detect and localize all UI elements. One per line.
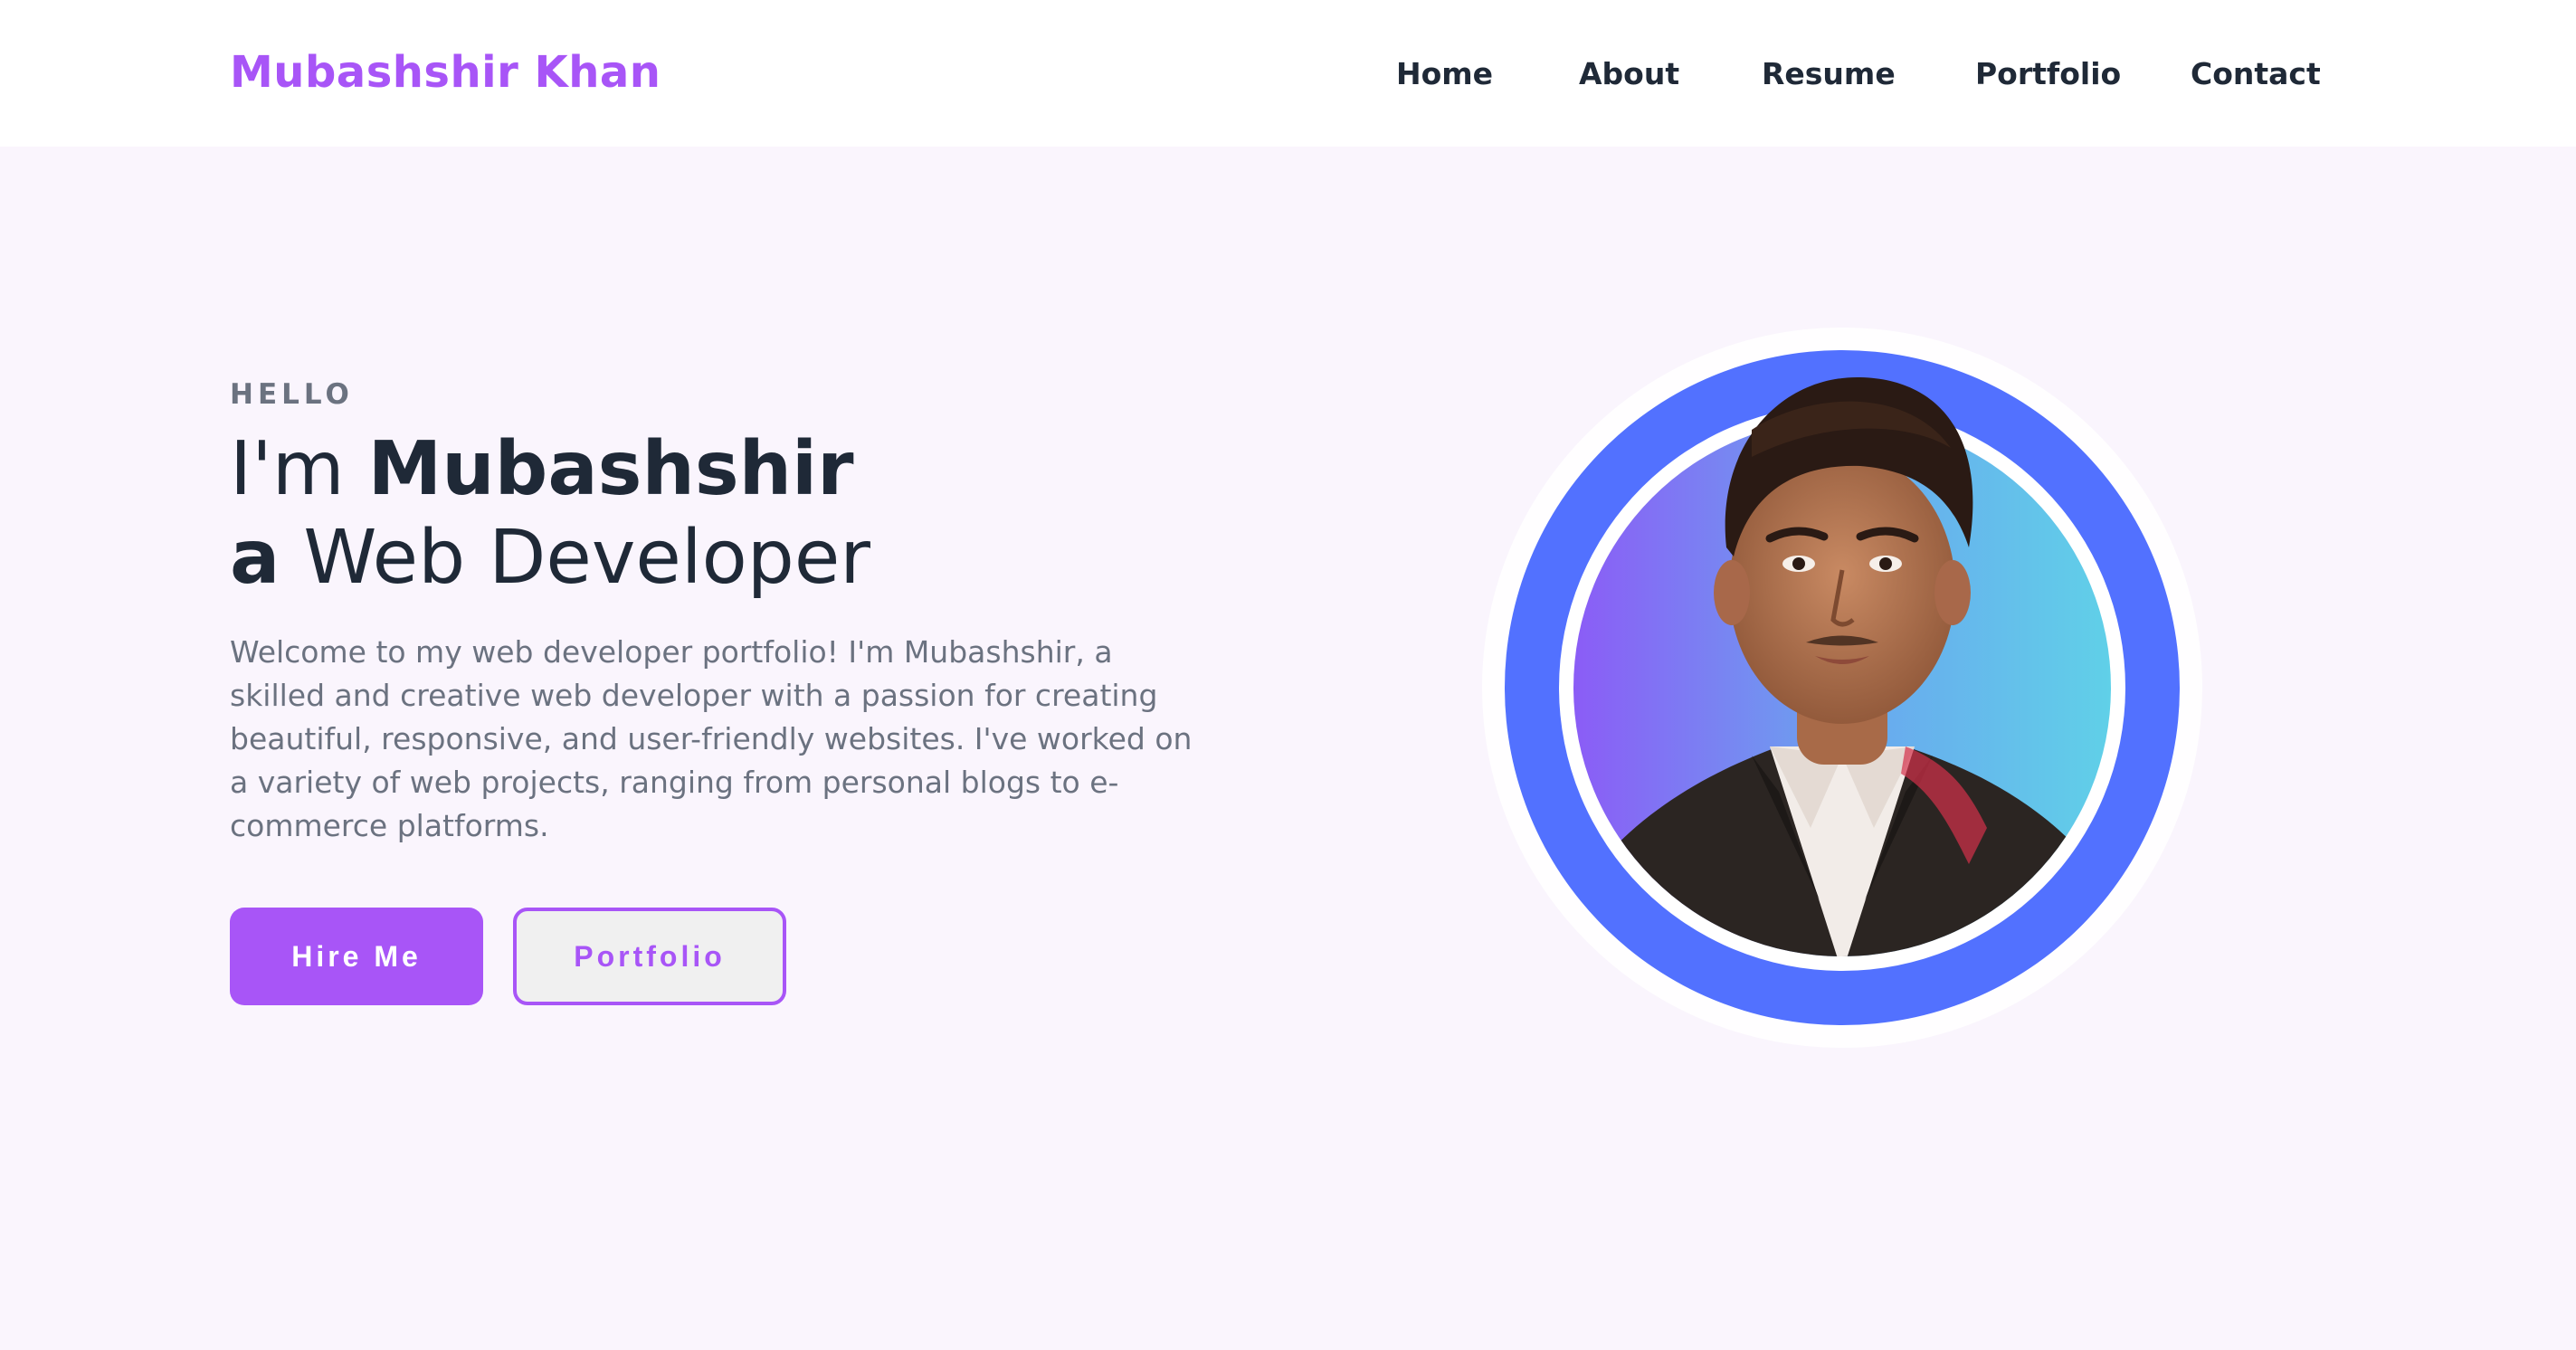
avatar-icon	[1482, 328, 2202, 1048]
site-header: Mubashshir Khan Home About Resume Portfo…	[0, 0, 2576, 147]
nav-home[interactable]: Home	[1396, 56, 1493, 91]
headline-name: Mubashshir	[367, 426, 854, 512]
profile-photo	[1480, 321, 2204, 1054]
nav-about[interactable]: About	[1579, 56, 1679, 91]
headline-prefix: I'm	[230, 426, 368, 512]
hero-headline: I'm Mubashshir a Web Developer	[230, 425, 870, 603]
hire-me-button[interactable]: Hire Me	[230, 908, 483, 1005]
hero-intro: Welcome to my web developer portfolio! I…	[230, 634, 1193, 843]
nav-portfolio[interactable]: Portfolio	[1975, 56, 2121, 91]
nav-contact[interactable]: Contact	[2191, 56, 2321, 91]
headline-article: a	[230, 515, 280, 601]
nav-resume[interactable]: Resume	[1762, 56, 1896, 91]
headline-role: Web Developer	[280, 515, 870, 601]
hero-eyebrow: HELLO	[230, 378, 354, 411]
portfolio-button[interactable]: Portfolio	[513, 908, 786, 1005]
brand-logo[interactable]: Mubashshir Khan	[230, 47, 661, 98]
